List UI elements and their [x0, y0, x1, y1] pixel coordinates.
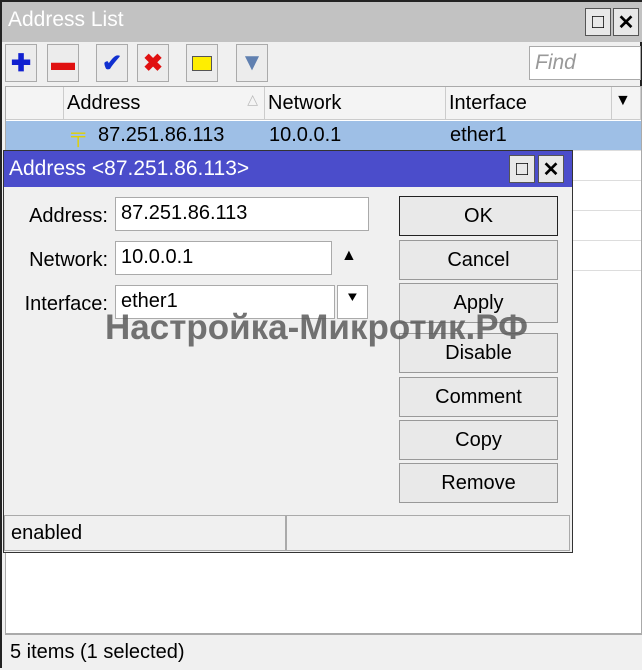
dialog-maximize-button[interactable]: □	[509, 155, 535, 183]
ok-button[interactable]: OK	[399, 196, 558, 236]
remove-button[interactable]: Remove	[399, 463, 558, 503]
sort-asc-icon: △	[247, 91, 258, 107]
collapse-up-icon[interactable]: ▲	[341, 247, 357, 265]
copy-button[interactable]: Copy	[399, 420, 558, 460]
maximize-button[interactable]: □	[585, 8, 611, 36]
watermark: Настройка-Микротик.РФ	[105, 308, 528, 347]
columns-menu-button[interactable]: ▼	[612, 87, 641, 120]
disable-button[interactable]: ✖	[137, 44, 169, 82]
filter-icon: ▼	[240, 49, 264, 76]
table-row[interactable]: ╤ 87.251.86.113 10.0.0.1 ether1	[6, 121, 641, 151]
comment-icon	[192, 55, 212, 71]
window-title: Address List	[8, 8, 124, 31]
add-button[interactable]: ✚	[5, 44, 37, 82]
cancel-button[interactable]: Cancel	[399, 240, 558, 280]
enable-button[interactable]: ✔	[96, 44, 128, 82]
column-header-address[interactable]: Address △	[64, 87, 265, 120]
find-input[interactable]: Find	[529, 46, 641, 80]
chevron-down-icon: ▼	[615, 92, 631, 109]
dialog-close-button[interactable]: ✕	[538, 155, 564, 183]
check-icon: ✔	[101, 49, 123, 77]
cross-icon: ✖	[142, 49, 164, 77]
plus-icon: ✚	[10, 49, 32, 77]
status-bar: 5 items (1 selected)	[5, 634, 642, 670]
close-button[interactable]: ✕	[613, 8, 639, 36]
interface-label: Interface:	[24, 293, 108, 315]
window-title-bar: Address List	[2, 2, 642, 42]
dynamic-address-icon: ╤	[71, 124, 86, 146]
comment-button[interactable]	[186, 44, 218, 82]
column-header-flags[interactable]	[6, 87, 64, 120]
address-label: Address:	[29, 205, 108, 227]
column-header-network[interactable]: Network	[265, 87, 446, 120]
address-field[interactable]: 87.251.86.113	[115, 197, 369, 231]
remove-button[interactable]: ▬	[47, 44, 79, 82]
dialog-status-extra	[286, 515, 570, 551]
network-label: Network:	[29, 249, 108, 271]
minus-icon: ▬	[51, 49, 75, 76]
dialog-title-bar: Address <87.251.86.113>	[4, 151, 572, 187]
address-dialog: Address <87.251.86.113> □ ✕ Address: 87.…	[3, 150, 573, 553]
column-header-interface[interactable]: Interface	[446, 87, 612, 120]
comment-button[interactable]: Comment	[399, 377, 558, 417]
filter-button[interactable]: ▼	[236, 44, 268, 82]
dialog-status: enabled	[4, 515, 286, 551]
network-field[interactable]: 10.0.0.1	[115, 241, 332, 275]
